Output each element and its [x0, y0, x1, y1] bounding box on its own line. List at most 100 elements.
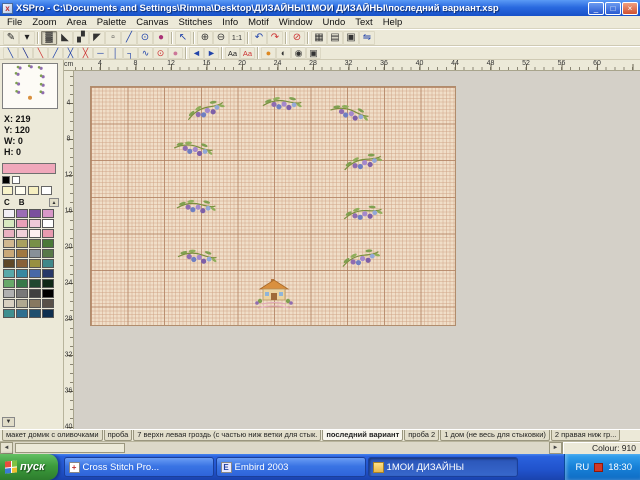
maximize-button[interactable]: □ — [605, 2, 621, 15]
palette-quick-swatch[interactable] — [41, 186, 52, 195]
options-tool[interactable]: ▣ — [306, 47, 321, 59]
menu-item-window[interactable]: Window — [274, 17, 318, 28]
menu-item-file[interactable]: File — [2, 17, 27, 28]
taskbar-task-1[interactable]: +Cross Stitch Pro... — [64, 457, 214, 477]
no-stitch[interactable]: ⊘ — [289, 31, 305, 45]
palette-swatch-26[interactable] — [16, 269, 28, 278]
palette-swatch-32[interactable] — [42, 279, 54, 288]
palette-scroll-up-icon[interactable]: ▲ — [49, 198, 59, 207]
palette-swatch-33[interactable] — [3, 289, 15, 298]
document-tab-1[interactable]: макет домик с оливочками — [2, 430, 103, 441]
palette-swatch-20[interactable] — [42, 249, 54, 258]
palette-swatch-4[interactable] — [42, 209, 54, 218]
palette-swatch-2[interactable] — [16, 209, 28, 218]
quarter-stitch[interactable]: ▞ — [73, 31, 89, 45]
design-canvas[interactable] — [74, 71, 640, 429]
palette-swatch-22[interactable] — [16, 259, 28, 268]
palette-swatch-28[interactable] — [42, 269, 54, 278]
flip-horizontal[interactable]: ⇋ — [359, 31, 375, 45]
palette-swatch-37[interactable] — [3, 299, 15, 308]
color-wheel[interactable]: ● — [261, 47, 276, 59]
close-button[interactable]: × — [622, 2, 638, 15]
corner-line[interactable]: ┐ — [123, 47, 138, 59]
palette-swatch-39[interactable] — [29, 299, 41, 308]
palette-swatch-30[interactable] — [16, 279, 28, 288]
menu-item-undo[interactable]: Undo — [318, 17, 351, 28]
palette-swatch-27[interactable] — [29, 269, 41, 278]
view-tool[interactable]: ◉ — [291, 47, 306, 59]
taskbar-task-2[interactable]: EEmbird 2003 — [216, 457, 366, 477]
backstitch-cross-red[interactable]: ╳ — [78, 47, 93, 59]
palette-swatch-40[interactable] — [42, 299, 54, 308]
palette-swatch-24[interactable] — [42, 259, 54, 268]
palette-more-button[interactable]: ▼ — [2, 417, 15, 427]
palette-swatch-11[interactable] — [29, 229, 41, 238]
text-tool-red[interactable]: Aa — [240, 47, 255, 59]
zoom-in[interactable]: ⊕ — [197, 31, 213, 45]
minimize-button[interactable]: _ — [588, 2, 604, 15]
menu-item-help[interactable]: Help — [378, 17, 408, 28]
palette-swatch-5[interactable] — [3, 219, 15, 228]
full-stitch[interactable]: ▓ — [41, 31, 57, 45]
text-tool[interactable]: Aa — [225, 47, 240, 59]
palette-swatch-35[interactable] — [29, 289, 41, 298]
pencil-dropdown[interactable]: ▾ — [19, 31, 35, 45]
palette-swatch-23[interactable] — [29, 259, 41, 268]
palette-swatch-34[interactable] — [16, 289, 28, 298]
start-button[interactable]: пуск — [0, 454, 58, 480]
palette-quick-swatch[interactable] — [28, 186, 39, 195]
palette-swatch-42[interactable] — [16, 309, 28, 318]
document-tab-6[interactable]: 1 дом (не весь для стыковки) — [440, 430, 550, 441]
palette-swatch-21[interactable] — [3, 259, 15, 268]
line-vertical[interactable]: │ — [108, 47, 123, 59]
tray-app-icon[interactable] — [594, 463, 603, 472]
menu-item-motif[interactable]: Motif — [243, 17, 274, 28]
next-motif[interactable]: ► — [204, 47, 219, 59]
french-knot[interactable]: ⊙ — [137, 31, 153, 45]
bead-small[interactable]: ● — [168, 47, 183, 59]
backstitch-cross[interactable]: ╳ — [63, 47, 78, 59]
motif-library[interactable]: ▤ — [327, 31, 343, 45]
backstitch-down-red[interactable]: ╲ — [33, 47, 48, 59]
menu-item-canvas[interactable]: Canvas — [131, 17, 173, 28]
palette-swatch-9[interactable] — [3, 229, 15, 238]
undo[interactable]: ↶ — [251, 31, 267, 45]
curve-line[interactable]: ∿ — [138, 47, 153, 59]
palette-swatch-19[interactable] — [29, 249, 41, 258]
select-arrow[interactable]: ↖ — [175, 31, 191, 45]
redo[interactable]: ↷ — [267, 31, 283, 45]
palette-swatch-29[interactable] — [3, 279, 15, 288]
half-stitch[interactable]: ◣ — [57, 31, 73, 45]
petite-stitch[interactable]: ▫ — [105, 31, 121, 45]
palette-swatch-3[interactable] — [29, 209, 41, 218]
palette-swatch-15[interactable] — [29, 239, 41, 248]
document-tab-7[interactable]: 2 правая ниж гр... — [551, 430, 620, 441]
palette-swatch-1[interactable] — [3, 209, 15, 218]
menu-item-text[interactable]: Text — [350, 17, 377, 28]
zoom-out[interactable]: ⊖ — [213, 31, 229, 45]
palette-quick-swatch[interactable] — [2, 176, 10, 184]
menu-item-stitches[interactable]: Stitches — [173, 17, 217, 28]
palette-quick-swatch[interactable] — [15, 186, 26, 195]
document-tab-5[interactable]: проба 2 — [404, 430, 439, 441]
h-scroll-left-icon[interactable]: ◄ — [0, 442, 13, 454]
palette-swatch-25[interactable] — [3, 269, 15, 278]
backstitch-down[interactable]: ╲ — [3, 47, 18, 59]
document-tab-4[interactable]: последний вариант — [322, 430, 403, 441]
palette-swatch-18[interactable] — [16, 249, 28, 258]
palette-swatch-16[interactable] — [42, 239, 54, 248]
three-quarter-stitch[interactable]: ◤ — [89, 31, 105, 45]
palette-swatch-13[interactable] — [3, 239, 15, 248]
document-tab-2[interactable]: проба — [104, 430, 133, 441]
menu-item-palette[interactable]: Palette — [92, 17, 132, 28]
zoom-actual[interactable]: 1:1 — [229, 31, 245, 45]
line-horizontal[interactable]: ─ — [93, 47, 108, 59]
palette-swatch-12[interactable] — [42, 229, 54, 238]
selected-color-swatch[interactable] — [2, 163, 56, 174]
palette-swatch-44[interactable] — [42, 309, 54, 318]
menu-item-info[interactable]: Info — [217, 17, 243, 28]
h-scrollbar[interactable] — [13, 442, 549, 454]
language-indicator[interactable]: RU — [575, 462, 589, 473]
grid-toggle[interactable]: ▦ — [311, 31, 327, 45]
h-scroll-thumb[interactable] — [15, 443, 125, 453]
